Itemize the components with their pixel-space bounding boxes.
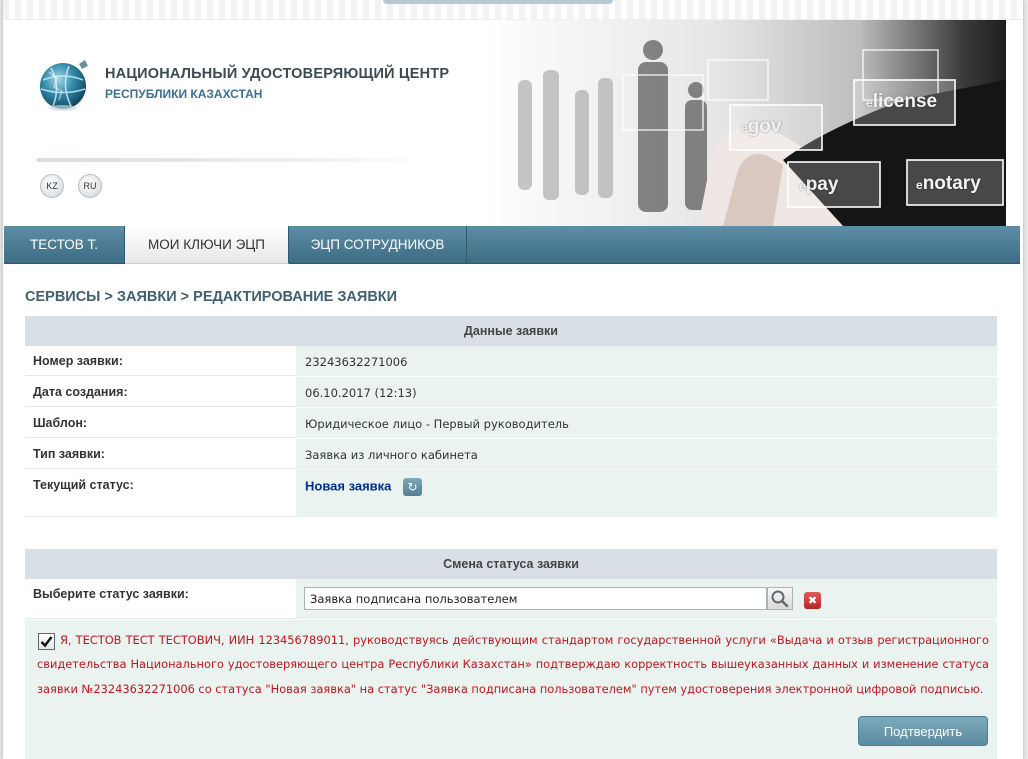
nav-employee-keys[interactable]: ЭЦП СОТРУДНИКОВ <box>289 226 467 264</box>
request-type-value: Заявка из личного кабинета <box>296 439 997 469</box>
status-change-header: Смена статуса заявки <box>25 549 997 579</box>
confirm-button[interactable]: Подтвердить <box>858 716 988 746</box>
refresh-status-icon[interactable]: ↻ <box>403 478 423 496</box>
nav-my-keys[interactable]: МОИ КЛЮЧИ ЭЦП <box>125 226 289 264</box>
org-name: НАЦИОНАЛЬНЫЙ УДОСТОВЕРЯЮЩИЙ ЦЕНТР <box>105 66 450 82</box>
status-select-row: Выберите статус заявки: Заявка подписана… <box>25 579 997 620</box>
template-label: Шаблон: <box>25 408 296 438</box>
top-decoration <box>3 0 1023 20</box>
search-icon <box>771 590 789 608</box>
org-subtitle: РЕСПУБЛИКИ КАЗАХСТАН <box>105 87 263 101</box>
lang-kz-button[interactable]: KZ <box>40 174 64 198</box>
created-date-label: Дата создания: <box>25 377 296 407</box>
clear-status-icon[interactable]: ✖ <box>804 592 821 609</box>
template-row: Шаблон: Юридическое лицо - Первый руково… <box>25 408 997 439</box>
request-number-value: 23243632271006 <box>296 346 997 376</box>
status-select-input[interactable]: Заявка подписана пользователем <box>304 587 767 610</box>
lang-ru-button[interactable]: RU <box>78 174 102 198</box>
created-date-row: Дата создания: 06.10.2017 (12:13) <box>25 377 997 408</box>
breadcrumb: СЕРВИСЫ > ЗАЯВКИ > РЕДАКТИРОВАНИЕ ЗАЯВКИ <box>25 289 398 305</box>
checkmark-icon <box>40 636 53 648</box>
page: НАЦИОНАЛЬНЫЙ УДОСТОВЕРЯЮЩИЙ ЦЕНТР РЕСПУБ… <box>3 0 1023 759</box>
nav-user[interactable]: ТЕСТОВ Т. <box>4 226 125 264</box>
banner-enotary-label: enotary <box>916 173 981 194</box>
agree-statement: Я, ТЕСТОВ ТЕСТ ТЕСТОВИЧ, ИИН 12345678901… <box>37 633 989 696</box>
status-search-button[interactable] <box>767 587 793 610</box>
current-status-link[interactable]: Новая заявка <box>305 479 391 494</box>
request-data-header: Данные заявки <box>25 316 997 346</box>
status-select-cell: Заявка подписана пользователем ✖ <box>296 579 997 619</box>
globe-logo-icon <box>40 60 88 111</box>
request-number-label: Номер заявки: <box>25 346 296 376</box>
created-date-value: 06.10.2017 (12:13) <box>296 377 997 407</box>
agree-checkbox[interactable] <box>38 633 55 650</box>
main-nav: ТЕСТОВ Т. МОИ КЛЮЧИ ЭЦП ЭЦП СОТРУДНИКОВ <box>4 226 1020 264</box>
confirm-panel: Я, ТЕСТОВ ТЕСТ ТЕСТОВИЧ, ИИН 12345678901… <box>25 620 997 759</box>
banner-egov-label: egov <box>741 116 782 137</box>
current-status-row: Текущий статус: Новая заявка ↻ <box>25 470 997 518</box>
current-status-value: Новая заявка ↻ <box>296 470 997 517</box>
request-type-label: Тип заявки: <box>25 439 296 469</box>
header-divider <box>37 158 427 162</box>
banner-epay-label: epay <box>799 174 839 195</box>
template-value: Юридическое лицо - Первый руководитель <box>296 408 997 438</box>
header-banner: egov elicense epay enotary <box>483 20 1006 226</box>
status-select-label: Выберите статус заявки: <box>25 579 296 619</box>
current-status-label: Текущий статус: <box>25 470 296 517</box>
banner-elicense-label: elicense <box>866 91 938 112</box>
request-number-row: Номер заявки: 23243632271006 <box>25 346 997 377</box>
request-type-row: Тип заявки: Заявка из личного кабинета <box>25 439 997 470</box>
